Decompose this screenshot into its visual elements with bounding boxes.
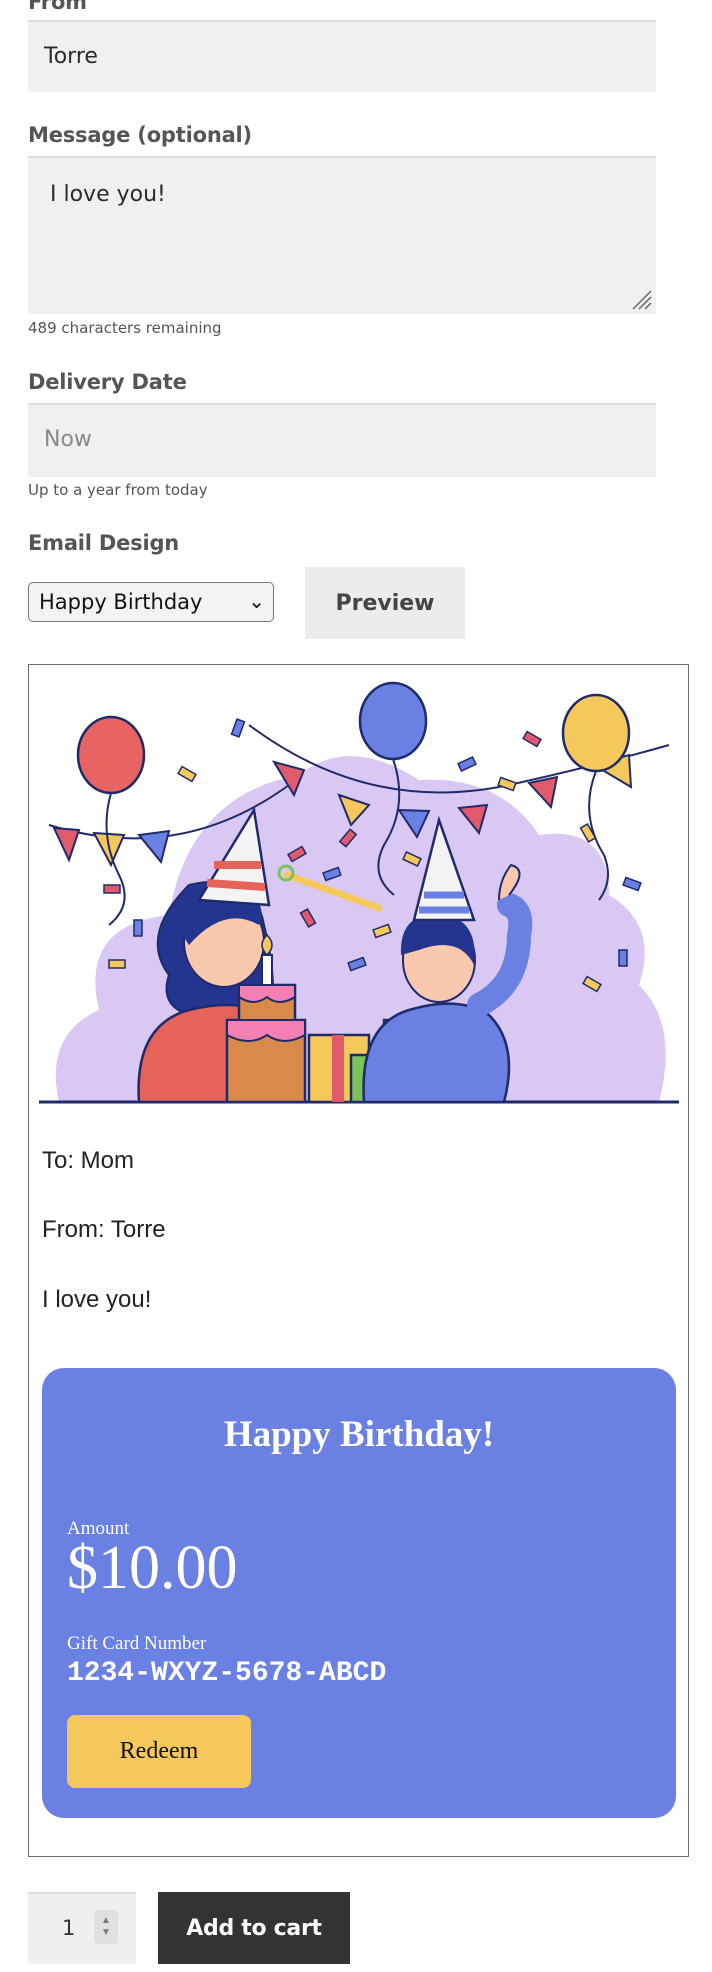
card-to-line: To: Mom [42, 1147, 135, 1174]
chars-remaining: 489 characters remaining [28, 319, 222, 337]
email-design-select[interactable]: Happy Birthday ⌄ [28, 582, 274, 622]
gift-card-number: 1234-WXYZ-5678-ABCD [67, 1658, 387, 1689]
quantity-value: 1 [62, 1916, 76, 1940]
message-textarea[interactable]: I love you! [28, 156, 656, 314]
stepper-arrows-icon[interactable]: ▲ ▼ [94, 1910, 118, 1944]
delivery-date-input[interactable]: Now [28, 403, 656, 477]
email-design-label: Email Design [28, 531, 180, 555]
amount-value: $10.00 [67, 1534, 238, 1602]
chevron-down-icon: ⌄ [248, 591, 265, 613]
delivery-date-label: Delivery Date [28, 370, 187, 394]
message-value: I love you! [50, 182, 166, 207]
delivery-date-hint: Up to a year from today [28, 481, 208, 499]
from-value: Torre [44, 44, 98, 69]
card-from-line: From: Torre [42, 1216, 166, 1243]
redeem-button[interactable]: Redeem [67, 1715, 251, 1788]
from-field[interactable]: Torre [28, 20, 656, 92]
gift-card-number-label: Gift Card Number [67, 1633, 207, 1654]
gift-card-panel: Happy Birthday! Amount $10.00 Gift Card … [42, 1368, 676, 1818]
email-design-value: Happy Birthday [39, 590, 203, 614]
delivery-date-placeholder: Now [44, 427, 92, 452]
resize-handle-icon[interactable] [629, 287, 653, 311]
message-label: Message (optional) [28, 123, 252, 147]
preview-button[interactable]: Preview [305, 567, 465, 639]
quantity-stepper[interactable]: 1 ▲ ▼ [28, 1892, 136, 1964]
add-to-cart-button[interactable]: Add to cart [158, 1892, 350, 1964]
birthday-illustration [39, 681, 679, 1104]
card-message-line: I love you! [42, 1286, 152, 1313]
from-label: From [28, 0, 87, 14]
gift-card-heading: Happy Birthday! [223, 1414, 495, 1455]
